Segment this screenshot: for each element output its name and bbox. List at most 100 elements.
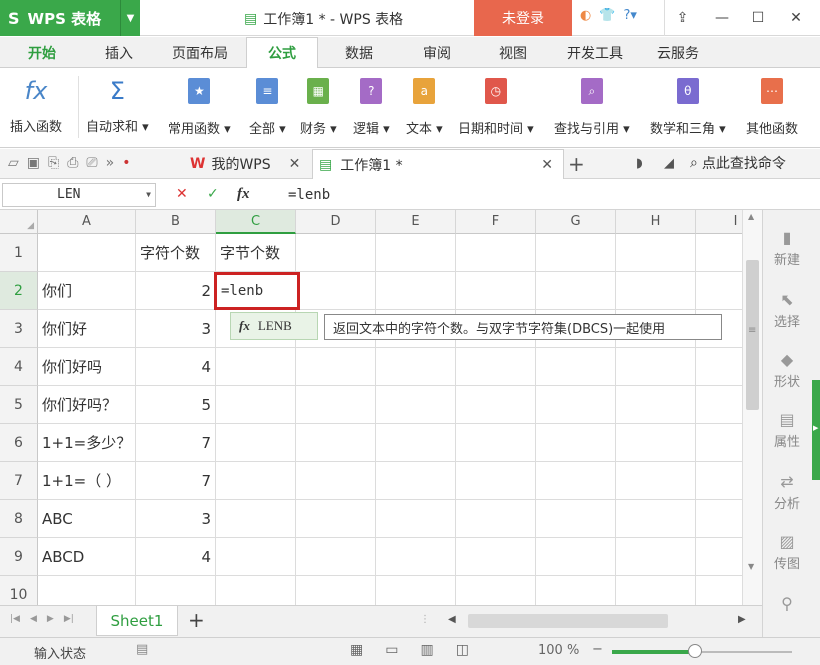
- cell-b3[interactable]: 3: [136, 310, 216, 348]
- close-tab-icon[interactable]: ✕: [289, 156, 301, 172]
- macro-icon[interactable]: ▤: [136, 642, 148, 657]
- scroll-right-icon[interactable]: ▶: [738, 614, 746, 625]
- side-more[interactable]: ⚲: [763, 594, 811, 615]
- close-button[interactable]: ✕: [778, 0, 814, 36]
- restore-mode-icon[interactable]: ⇪: [664, 0, 700, 36]
- row-header[interactable]: 3: [0, 310, 38, 348]
- cell-a9[interactable]: ABCD: [38, 538, 136, 576]
- scroll-left-icon[interactable]: ◀: [448, 614, 456, 625]
- reading-mode-icon[interactable]: ◫: [456, 642, 469, 658]
- finance-button[interactable]: ▦ 财务 ▾: [300, 74, 337, 137]
- save-icon[interactable]: ▣: [27, 155, 40, 171]
- scroll-up-icon[interactable]: ▲: [748, 212, 754, 221]
- browser-icon[interactable]: ◐: [580, 8, 591, 23]
- print-icon[interactable]: ⎙: [67, 155, 78, 171]
- side-shape[interactable]: ◆ 形状: [763, 350, 811, 390]
- formula-input[interactable]: =lenb: [280, 183, 760, 207]
- add-sheet-icon[interactable]: +: [188, 608, 205, 632]
- close-tab-icon[interactable]: ✕: [541, 157, 553, 173]
- autocomplete-item-lenb[interactable]: fx LENB: [230, 312, 318, 340]
- cancel-edit-icon[interactable]: ✕: [176, 186, 188, 202]
- datetime-button[interactable]: ◷ 日期和时间 ▾: [458, 74, 534, 137]
- common-functions-button[interactable]: ★ 常用函数 ▾: [168, 74, 231, 137]
- command-search[interactable]: ⌕ 点此查找命令: [690, 153, 786, 173]
- column-header[interactable]: D: [296, 210, 376, 234]
- cell-b2[interactable]: 2: [136, 272, 216, 310]
- horizontal-scrollbar-thumb[interactable]: [468, 614, 668, 628]
- cell-a5[interactable]: 你们好吗？: [38, 386, 136, 424]
- other-functions-button[interactable]: ⋯ 其他函数: [746, 74, 798, 137]
- tab-data[interactable]: 数据: [326, 37, 392, 68]
- name-box[interactable]: LEN ▼: [2, 183, 156, 207]
- cell-a8[interactable]: ABC: [38, 500, 136, 538]
- side-upload-image[interactable]: ▨ 传图: [763, 532, 811, 572]
- text-button[interactable]: a 文本 ▾: [406, 74, 443, 137]
- side-select[interactable]: ⬉ 选择: [763, 290, 811, 330]
- column-header[interactable]: B: [136, 210, 216, 234]
- zoom-slider-knob[interactable]: [688, 644, 702, 658]
- tab-review[interactable]: 审阅: [404, 37, 470, 68]
- fx-icon[interactable]: fx: [237, 186, 250, 203]
- cell-b8[interactable]: 3: [136, 500, 216, 538]
- side-analysis[interactable]: ⇄ 分析: [763, 472, 811, 512]
- skin-icon[interactable]: 👕: [599, 8, 615, 23]
- row-header[interactable]: 9: [0, 538, 38, 576]
- side-panel-toggle[interactable]: ▶: [812, 380, 820, 480]
- tab-view[interactable]: 视图: [482, 37, 544, 68]
- side-properties[interactable]: ▤ 属性: [763, 410, 811, 450]
- row-header[interactable]: 2: [0, 272, 38, 310]
- confirm-edit-icon[interactable]: ✓: [207, 186, 219, 202]
- row-header[interactable]: 4: [0, 348, 38, 386]
- my-wps-tab[interactable]: W 我的WPS ✕: [186, 149, 310, 179]
- prev-sheet-icon[interactable]: ◀: [30, 614, 37, 624]
- column-header[interactable]: F: [456, 210, 536, 234]
- app-menu-button[interactable]: S WPS 表格 ▼: [0, 0, 140, 36]
- tab-home[interactable]: 开始: [8, 37, 76, 68]
- insert-function-button[interactable]: fx 插入函数: [10, 74, 62, 135]
- column-header[interactable]: A: [38, 210, 136, 234]
- scroll-down-icon[interactable]: ▼: [748, 562, 754, 571]
- app-menu-dropdown-icon[interactable]: ▼: [120, 0, 140, 36]
- page-break-view-icon[interactable]: ▥: [420, 642, 433, 658]
- next-sheet-icon[interactable]: ▶: [47, 614, 54, 624]
- help-icon[interactable]: ?▾: [624, 8, 637, 23]
- workbook-tab[interactable]: ▤ 工作簿1 * ✕: [312, 149, 564, 179]
- cell-a7[interactable]: 1+1=（ ）: [38, 462, 136, 500]
- row-header[interactable]: 7: [0, 462, 38, 500]
- select-all-corner[interactable]: ◢: [0, 210, 38, 234]
- tab-developer[interactable]: 开发工具: [556, 37, 634, 68]
- row-header[interactable]: 8: [0, 500, 38, 538]
- print-preview-icon[interactable]: ⎚: [86, 155, 97, 171]
- lookup-button[interactable]: ⌕ 查找与引用 ▾: [554, 74, 630, 137]
- customize-icon[interactable]: •: [122, 155, 130, 171]
- cell-a3[interactable]: 你们好: [38, 310, 136, 348]
- more-toolbar-icon[interactable]: »: [106, 155, 115, 171]
- column-header[interactable]: E: [376, 210, 456, 234]
- last-sheet-icon[interactable]: ▶|: [64, 614, 74, 624]
- math-button[interactable]: θ 数学和三角 ▾: [650, 74, 726, 137]
- open-folder-icon[interactable]: ▱: [8, 155, 19, 171]
- side-new[interactable]: ▮ 新建: [763, 228, 811, 268]
- zoom-level[interactable]: 100 %: [538, 643, 579, 658]
- login-button[interactable]: 未登录: [474, 0, 572, 36]
- column-header[interactable]: H: [616, 210, 696, 234]
- column-header[interactable]: C: [216, 210, 296, 234]
- tab-formula[interactable]: 公式: [246, 37, 318, 69]
- collapse-icon[interactable]: ◢: [664, 156, 674, 171]
- tab-insert[interactable]: 插入: [84, 37, 154, 68]
- row-header[interactable]: 5: [0, 386, 38, 424]
- cell-b7[interactable]: 7: [136, 462, 216, 500]
- cell-b6[interactable]: 7: [136, 424, 216, 462]
- sheet-tab-sheet1[interactable]: Sheet1: [96, 606, 178, 636]
- cell-b5[interactable]: 5: [136, 386, 216, 424]
- cell-c1[interactable]: 字节个数: [216, 234, 296, 272]
- minimize-button[interactable]: —: [704, 0, 740, 36]
- cell-a4[interactable]: 你们好吗: [38, 348, 136, 386]
- maximize-button[interactable]: ☐: [740, 0, 776, 36]
- split-handle-icon[interactable]: ⋮: [420, 614, 430, 625]
- d-icon[interactable]: ◗: [636, 156, 643, 171]
- column-header[interactable]: G: [536, 210, 616, 234]
- cell-a2[interactable]: 你们: [38, 272, 136, 310]
- tab-page-layout[interactable]: 页面布局: [160, 37, 240, 68]
- logic-button[interactable]: ? 逻辑 ▾: [353, 74, 390, 137]
